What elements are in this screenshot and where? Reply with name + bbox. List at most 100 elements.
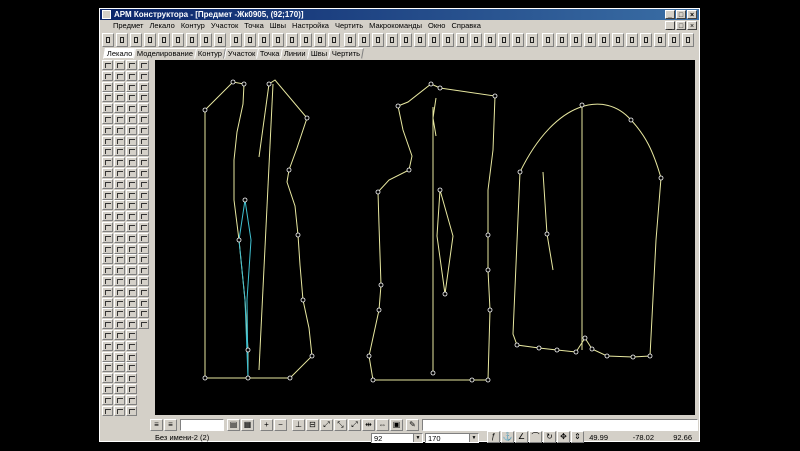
toolbar-tool-40-icon[interactable]: [654, 33, 666, 47]
toolbar-tool-28-icon[interactable]: [484, 33, 496, 47]
palette-tool-101-icon[interactable]: [102, 330, 113, 340]
palette-tool-102-icon[interactable]: [114, 330, 125, 340]
palette-tool-7-icon[interactable]: [126, 70, 137, 81]
palette-tool-76-icon[interactable]: [138, 254, 149, 265]
diagonal-alt-icon[interactable]: ⤡: [334, 419, 347, 431]
palette-tool-60-icon[interactable]: [138, 211, 149, 222]
palette-tool-97-icon[interactable]: [102, 319, 113, 330]
palette-tool-109-icon[interactable]: [126, 351, 137, 362]
palette-tool-70-icon[interactable]: [114, 243, 125, 254]
command-input[interactable]: [180, 419, 224, 431]
edit-icon[interactable]: ✎: [406, 419, 419, 431]
palette-tool-8-icon[interactable]: [138, 70, 149, 81]
palette-tool-74-icon[interactable]: [114, 254, 125, 265]
toolbar-tool-41-icon[interactable]: [668, 33, 680, 47]
toolbar-tool-19-icon[interactable]: [358, 33, 370, 47]
palette-tool-116-icon[interactable]: [102, 384, 113, 394]
drawing-canvas[interactable]: [155, 60, 695, 415]
palette-tool-57-icon[interactable]: [102, 211, 113, 222]
tab-lekalo[interactable]: Лекало: [103, 48, 137, 59]
plus-icon[interactable]: +: [260, 419, 273, 431]
palette-tool-123-icon[interactable]: [114, 405, 125, 416]
palette-tool-85-icon[interactable]: [102, 286, 113, 297]
palette-tool-51-icon[interactable]: [126, 189, 137, 200]
toolbar-tool-23-icon[interactable]: [414, 33, 426, 47]
menu-item-spravka[interactable]: Справка: [448, 20, 483, 31]
palette-tool-50-icon[interactable]: [114, 189, 125, 200]
palette-tool-66-icon[interactable]: [114, 232, 125, 243]
toolbar-tool-6-icon[interactable]: [172, 33, 184, 47]
anchor-icon[interactable]: ⚓: [501, 431, 514, 443]
palette-tool-1-icon[interactable]: [102, 60, 113, 70]
calculator-icon[interactable]: ▣: [390, 419, 403, 431]
palette-tool-26-icon[interactable]: [114, 124, 125, 135]
palette-tool-12-icon[interactable]: [138, 81, 149, 92]
menu-item-nastroyka[interactable]: Настройка: [289, 20, 332, 31]
menu-item-lekalo[interactable]: Лекало: [146, 20, 177, 31]
tab-modelirovanie[interactable]: Моделирование: [133, 48, 198, 59]
palette-tool-72-icon[interactable]: [138, 243, 149, 254]
palette-tool-103-icon[interactable]: [126, 330, 137, 340]
palette-tool-89-icon[interactable]: [102, 297, 113, 308]
rotate-icon[interactable]: ↻: [543, 431, 556, 443]
palette-tool-115-icon[interactable]: [126, 373, 137, 384]
palette-tool-19-icon[interactable]: [126, 103, 137, 114]
table-icon[interactable]: ▦: [241, 419, 254, 431]
toolbar-tool-17-icon[interactable]: [328, 33, 340, 47]
toolbar-tool-2-icon[interactable]: [116, 33, 128, 47]
palette-tool-105-icon[interactable]: [114, 340, 125, 351]
height-select[interactable]: 170 ▼: [425, 433, 479, 443]
toolbar-tool-15-icon[interactable]: [300, 33, 312, 47]
toolbar-tool-37-icon[interactable]: [612, 33, 624, 47]
palette-tool-81-icon[interactable]: [102, 276, 113, 286]
palette-tool-24-icon[interactable]: [138, 114, 149, 124]
toolbar-tool-5-icon[interactable]: [158, 33, 170, 47]
palette-tool-62-icon[interactable]: [114, 222, 125, 232]
toolbar-tool-24-icon[interactable]: [428, 33, 440, 47]
palette-tool-80-icon[interactable]: [138, 265, 149, 276]
toolbar-tool-27-icon[interactable]: [470, 33, 482, 47]
palette-tool-48-icon[interactable]: [138, 178, 149, 189]
tab-kontur[interactable]: Контур: [194, 48, 227, 59]
menu-item-tochka[interactable]: Точка: [241, 20, 267, 31]
toolbar-tool-34-icon[interactable]: [570, 33, 582, 47]
toolbar-tool-32-icon[interactable]: [542, 33, 554, 47]
pen-icon[interactable]: ƒ: [487, 431, 500, 443]
palette-tool-35-icon[interactable]: [126, 146, 137, 157]
toolbar-tool-29-icon[interactable]: [498, 33, 510, 47]
toolbar-tool-26-icon[interactable]: [456, 33, 468, 47]
toolbar-tool-13-icon[interactable]: [272, 33, 284, 47]
palette-tool-99-icon[interactable]: [126, 319, 137, 330]
toolbar-tool-33-icon[interactable]: [556, 33, 568, 47]
minus-icon[interactable]: −: [274, 419, 287, 431]
tab-uchastok[interactable]: Участок: [223, 48, 259, 59]
palette-tool-13-icon[interactable]: [102, 92, 113, 103]
palette-tool-71-icon[interactable]: [126, 243, 137, 254]
palette-tool-73-icon[interactable]: [102, 254, 113, 265]
tab-linii[interactable]: Линии: [280, 48, 311, 59]
size-select[interactable]: 92 ▼: [371, 433, 423, 443]
menu-item-chertit[interactable]: Чертить: [332, 20, 366, 31]
lines-alt-icon[interactable]: ≡: [164, 419, 177, 431]
palette-tool-65-icon[interactable]: [102, 232, 113, 243]
palette-tool-61-icon[interactable]: [102, 222, 113, 232]
palette-tool-120-icon[interactable]: [114, 394, 125, 405]
palette-tool-52-icon[interactable]: [138, 189, 149, 200]
palette-tool-93-icon[interactable]: [102, 308, 113, 319]
palette-tool-121-icon[interactable]: [126, 394, 137, 405]
palette-tool-25-icon[interactable]: [102, 124, 113, 135]
toolbar-tool-12-icon[interactable]: [258, 33, 270, 47]
palette-tool-40-icon[interactable]: [138, 157, 149, 168]
toolbar-tool-18-icon[interactable]: [344, 33, 356, 47]
palette-tool-82-icon[interactable]: [114, 276, 125, 286]
palette-tool-6-icon[interactable]: [114, 70, 125, 81]
palette-tool-42-icon[interactable]: [114, 168, 125, 178]
palette-tool-107-icon[interactable]: [102, 351, 113, 362]
palette-tool-4-icon[interactable]: [138, 60, 149, 70]
palette-tool-122-icon[interactable]: [102, 405, 113, 416]
palette-tool-3-icon[interactable]: [126, 60, 137, 70]
palette-tool-67-icon[interactable]: [126, 232, 137, 243]
mdi-close-button[interactable]: ×: [687, 21, 697, 30]
palette-tool-58-icon[interactable]: [114, 211, 125, 222]
palette-tool-41-icon[interactable]: [102, 168, 113, 178]
